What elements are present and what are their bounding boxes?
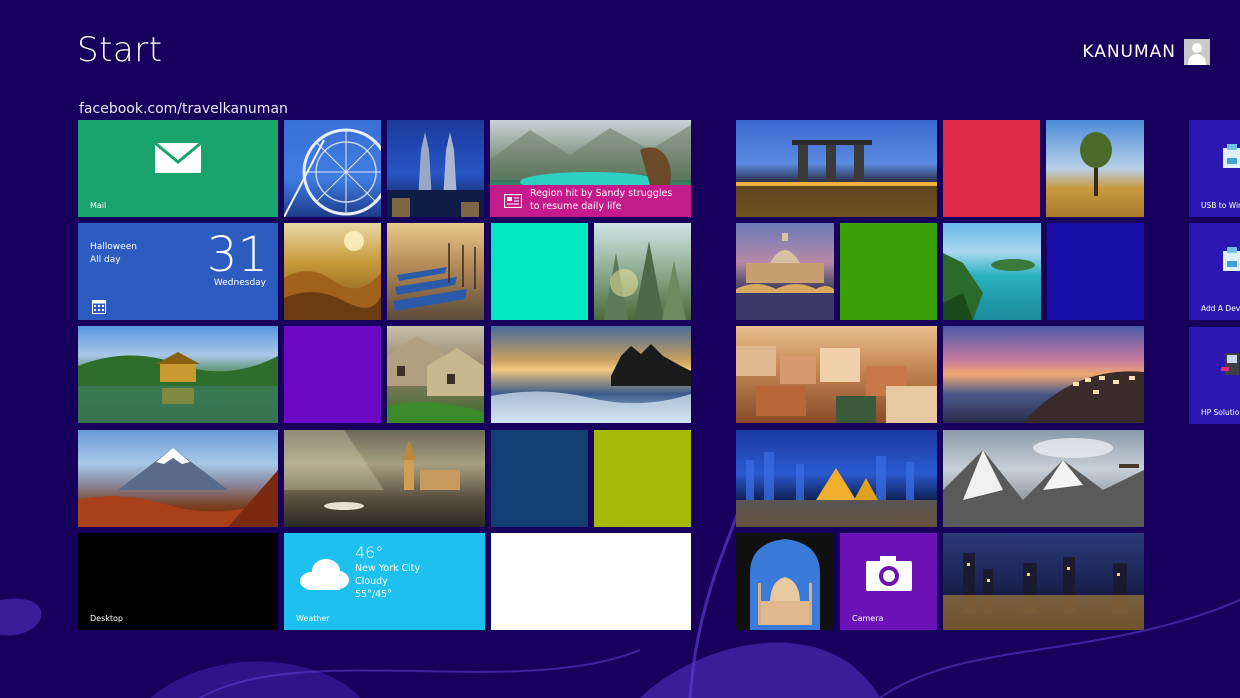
tile-usb-app[interactable]: USB to Win	[1189, 120, 1240, 217]
tile-photo-skyline-night[interactable]	[943, 533, 1144, 630]
towers-image	[387, 132, 484, 217]
tile-photo-autumn-forest[interactable]	[284, 223, 381, 320]
tile-photo-hillside-town[interactable]	[736, 326, 937, 423]
usb-app-icon	[1223, 144, 1240, 168]
tile-photo-towers[interactable]	[387, 120, 484, 217]
add-device-label: Add A Devi	[1201, 304, 1240, 313]
add-device-icon	[1223, 247, 1240, 271]
calendar-icon	[92, 300, 106, 314]
sea-temple-image	[491, 344, 691, 423]
tile-weather[interactable]: 46° New York City Cloudy 55°/45° Weather	[284, 533, 485, 630]
tile-camera[interactable]: Camera	[840, 533, 937, 630]
news-headline-line2: to resume daily life	[530, 200, 622, 212]
tile-photo-marina-bay[interactable]	[736, 120, 937, 217]
cloud-icon	[300, 559, 349, 590]
hillside-town-image	[736, 346, 937, 423]
santorini-image	[1023, 371, 1144, 423]
tile-solid-teal[interactable]	[491, 223, 588, 320]
calendar-event-title: Halloween	[90, 242, 137, 252]
tile-solid-red[interactable]	[943, 120, 1040, 217]
user-account[interactable]: KANUMAN	[1082, 38, 1210, 66]
savanna-tree-image	[1080, 132, 1112, 196]
page-title: Start	[77, 30, 163, 70]
user-name: KANUMAN	[1082, 42, 1176, 62]
weather-condition: Cloudy	[355, 576, 388, 587]
user-icon	[1184, 39, 1210, 65]
tropical-bay-image	[943, 253, 1035, 320]
calendar-day-number: 31	[206, 227, 268, 283]
mount-fuji-image	[78, 448, 278, 527]
tile-photo-pagoda[interactable]	[78, 326, 278, 423]
tile-photo-savanna-tree[interactable]	[1046, 120, 1144, 217]
marina-bay-image	[736, 140, 937, 217]
taj-mahal-image	[750, 539, 820, 630]
tile-desktop[interactable]: Desktop	[78, 533, 278, 630]
tile-photo-city-night[interactable]	[736, 430, 937, 527]
tile-photo-vatican[interactable]	[736, 223, 834, 320]
autumn-forest-image	[284, 231, 381, 320]
mail-icon	[154, 142, 202, 173]
group-label[interactable]: facebook.com/travelkanuman	[79, 101, 288, 117]
news-headline-bar: Region hit by Sandy struggles to resume …	[490, 185, 691, 217]
tile-photo-mount-fuji[interactable]	[78, 430, 278, 527]
tile-photo-santorini[interactable]	[943, 326, 1144, 423]
tile-photo-gondolas[interactable]	[387, 223, 484, 320]
camera-icon	[866, 556, 912, 591]
skyline-night-image	[943, 553, 1144, 630]
tile-photo-snow-mountains[interactable]	[943, 430, 1144, 527]
pagoda-image	[78, 352, 278, 423]
tile-weather-label: Weather	[296, 614, 330, 623]
news-headline-line1: Region hit by Sandy struggles	[530, 188, 673, 199]
tile-mail[interactable]: Mail	[78, 120, 278, 217]
cottages-image	[387, 336, 484, 423]
tile-photo-lake-village[interactable]	[284, 430, 485, 527]
tile-camera-label: Camera	[852, 614, 884, 623]
tile-mail-label: Mail	[90, 201, 107, 210]
city-night-image	[736, 452, 937, 527]
calendar-weekday: Wednesday	[213, 278, 266, 288]
tile-solid-indigo[interactable]	[1047, 223, 1144, 320]
tile-add-device[interactable]: Add A Devi	[1189, 223, 1240, 320]
weather-city: New York City	[355, 563, 421, 574]
tile-solid-lime[interactable]	[594, 430, 691, 527]
tile-photo-misty-peaks[interactable]	[594, 223, 691, 320]
hp-solution-label: HP Solution	[1201, 408, 1240, 417]
weather-temperature: 46°	[355, 543, 384, 562]
tile-photo-sea-temple[interactable]	[491, 326, 691, 423]
tile-calendar[interactable]: Halloween All day 31 Wednesday	[78, 223, 278, 320]
tile-solid-green[interactable]	[840, 223, 937, 320]
gondolas-image	[393, 243, 476, 311]
weather-range: 55°/45°	[355, 589, 392, 600]
calendar-event-time: All day	[90, 255, 121, 265]
tile-photo-tropical-bay[interactable]	[943, 223, 1041, 320]
misty-peaks-image	[604, 241, 686, 320]
lake-village-image	[284, 430, 460, 510]
hp-solution-icon	[1221, 353, 1239, 375]
ferris-wheel-image	[284, 128, 381, 217]
tile-hp-solution[interactable]: HP Solution	[1189, 327, 1240, 424]
tile-solid-purple[interactable]	[284, 326, 381, 423]
tile-desktop-label: Desktop	[90, 614, 123, 623]
tile-photo-taj-mahal[interactable]	[736, 533, 834, 630]
tile-solid-navy[interactable]	[491, 430, 588, 527]
tile-solid-white[interactable]	[491, 533, 691, 630]
snow-mountains-image	[943, 438, 1144, 527]
tile-photo-ferris-wheel[interactable]	[284, 120, 381, 217]
vatican-image	[736, 233, 834, 320]
usb-app-label: USB to Win	[1201, 201, 1240, 210]
newspaper-icon	[504, 194, 522, 208]
tile-news[interactable]: Region hit by Sandy struggles to resume …	[490, 120, 691, 217]
tile-photo-cottages[interactable]	[387, 326, 484, 423]
